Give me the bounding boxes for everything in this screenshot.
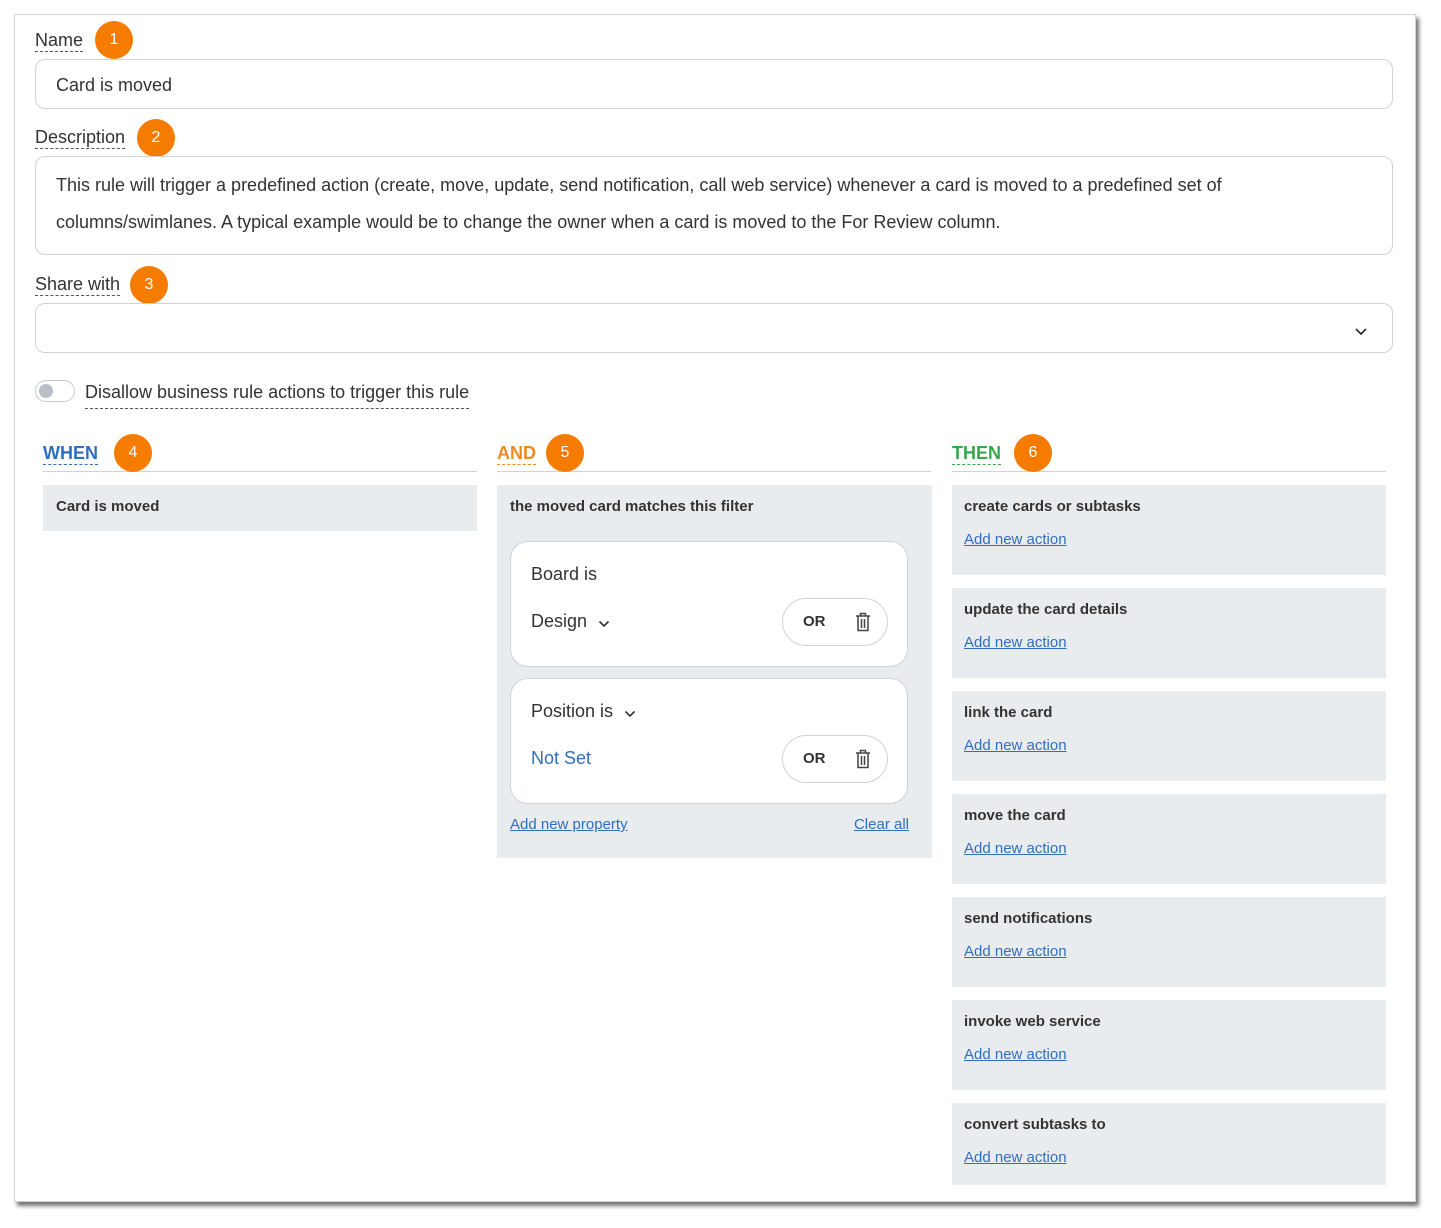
- callout-badge-4: 4: [114, 434, 152, 472]
- callout-badge-6: 6: [1014, 434, 1052, 472]
- then-action-group: invoke web service Add new action: [952, 1000, 1386, 1090]
- trash-icon[interactable]: [855, 612, 871, 637]
- filter-card-board: Board is Design OR: [510, 541, 908, 667]
- then-action-group: link the card Add new action: [952, 691, 1386, 781]
- filter-board-label: Board is: [531, 564, 598, 584]
- add-new-action-link[interactable]: Add new action: [964, 1046, 1067, 1063]
- and-filter-panel: the moved card matches this filter Board…: [497, 485, 932, 858]
- callout-badge-2: 2: [137, 119, 175, 157]
- when-trigger-label: Card is moved: [56, 498, 160, 515]
- chevron-down-icon: [624, 702, 636, 723]
- filter-board-value: Design: [531, 611, 588, 631]
- when-title: WHEN: [43, 443, 98, 465]
- add-new-action-link[interactable]: Add new action: [964, 737, 1067, 754]
- filter-board-dropdown[interactable]: Design: [531, 611, 610, 633]
- callout-badge-1: 1: [95, 21, 133, 59]
- then-action-group: create cards or subtasks Add new action: [952, 485, 1386, 575]
- then-action-title: update the card details: [964, 601, 1128, 618]
- then-action-group: convert subtasks to Add new action: [952, 1103, 1386, 1185]
- when-header: WHEN: [43, 439, 477, 472]
- filter-card-position: Position is Not Set OR: [510, 678, 908, 804]
- then-action-title: move the card: [964, 807, 1066, 824]
- name-input-value: Card is moved: [56, 75, 173, 95]
- add-new-action-link[interactable]: Add new action: [964, 531, 1067, 548]
- toggle-knob: [39, 384, 53, 398]
- description-textarea[interactable]: This rule will trigger a predefined acti…: [35, 156, 1393, 255]
- add-new-property-link[interactable]: Add new property: [510, 816, 628, 833]
- then-action-title: create cards or subtasks: [964, 498, 1141, 515]
- then-action-group: update the card details Add new action: [952, 588, 1386, 678]
- add-new-action-link[interactable]: Add new action: [964, 634, 1067, 651]
- rule-form: Name 1 Card is moved Description 2 This …: [14, 14, 1416, 1202]
- then-action-group: send notifications Add new action: [952, 897, 1386, 987]
- name-input[interactable]: Card is moved: [35, 59, 1393, 109]
- callout-badge-3: 3: [130, 266, 168, 304]
- name-label: Name: [35, 30, 84, 52]
- disallow-actions-toggle[interactable]: [35, 380, 75, 402]
- and-filter-title: the moved card matches this filter: [510, 498, 754, 515]
- share-with-label: Share with: [35, 274, 121, 296]
- filter-board-or-pill: OR: [782, 598, 888, 646]
- and-title: AND: [497, 443, 536, 465]
- filter-position-or-pill: OR: [782, 735, 888, 783]
- add-new-action-link[interactable]: Add new action: [964, 840, 1067, 857]
- description-label: Description: [35, 127, 126, 149]
- filter-position-value[interactable]: Not Set: [531, 748, 591, 769]
- when-trigger-item[interactable]: Card is moved: [43, 485, 477, 531]
- share-with-select[interactable]: [35, 303, 1393, 353]
- chevron-down-icon: [598, 612, 610, 633]
- trash-icon[interactable]: [855, 749, 871, 774]
- then-action-title: invoke web service: [964, 1013, 1101, 1030]
- add-new-action-link[interactable]: Add new action: [964, 1149, 1067, 1166]
- add-new-action-link[interactable]: Add new action: [964, 943, 1067, 960]
- then-action-title: convert subtasks to: [964, 1116, 1106, 1133]
- description-line-2: columns/swimlanes. A typical example wou…: [56, 212, 1001, 232]
- disallow-actions-label: Disallow business rule actions to trigge…: [85, 380, 470, 409]
- filter-position-label: Position is: [531, 701, 614, 721]
- clear-all-link[interactable]: Clear all: [854, 816, 909, 833]
- filter-position-or-button[interactable]: OR: [803, 750, 826, 767]
- then-action-group: move the card Add new action: [952, 794, 1386, 884]
- then-action-title: send notifications: [964, 910, 1093, 927]
- callout-badge-5: 5: [546, 434, 584, 472]
- then-action-title: link the card: [964, 704, 1053, 721]
- filter-board-or-button[interactable]: OR: [803, 613, 826, 630]
- chevron-down-icon: [1354, 321, 1368, 342]
- then-title: THEN: [952, 443, 1001, 465]
- filter-position-dropdown[interactable]: Position is: [531, 701, 636, 723]
- description-line-1: This rule will trigger a predefined acti…: [56, 175, 1222, 195]
